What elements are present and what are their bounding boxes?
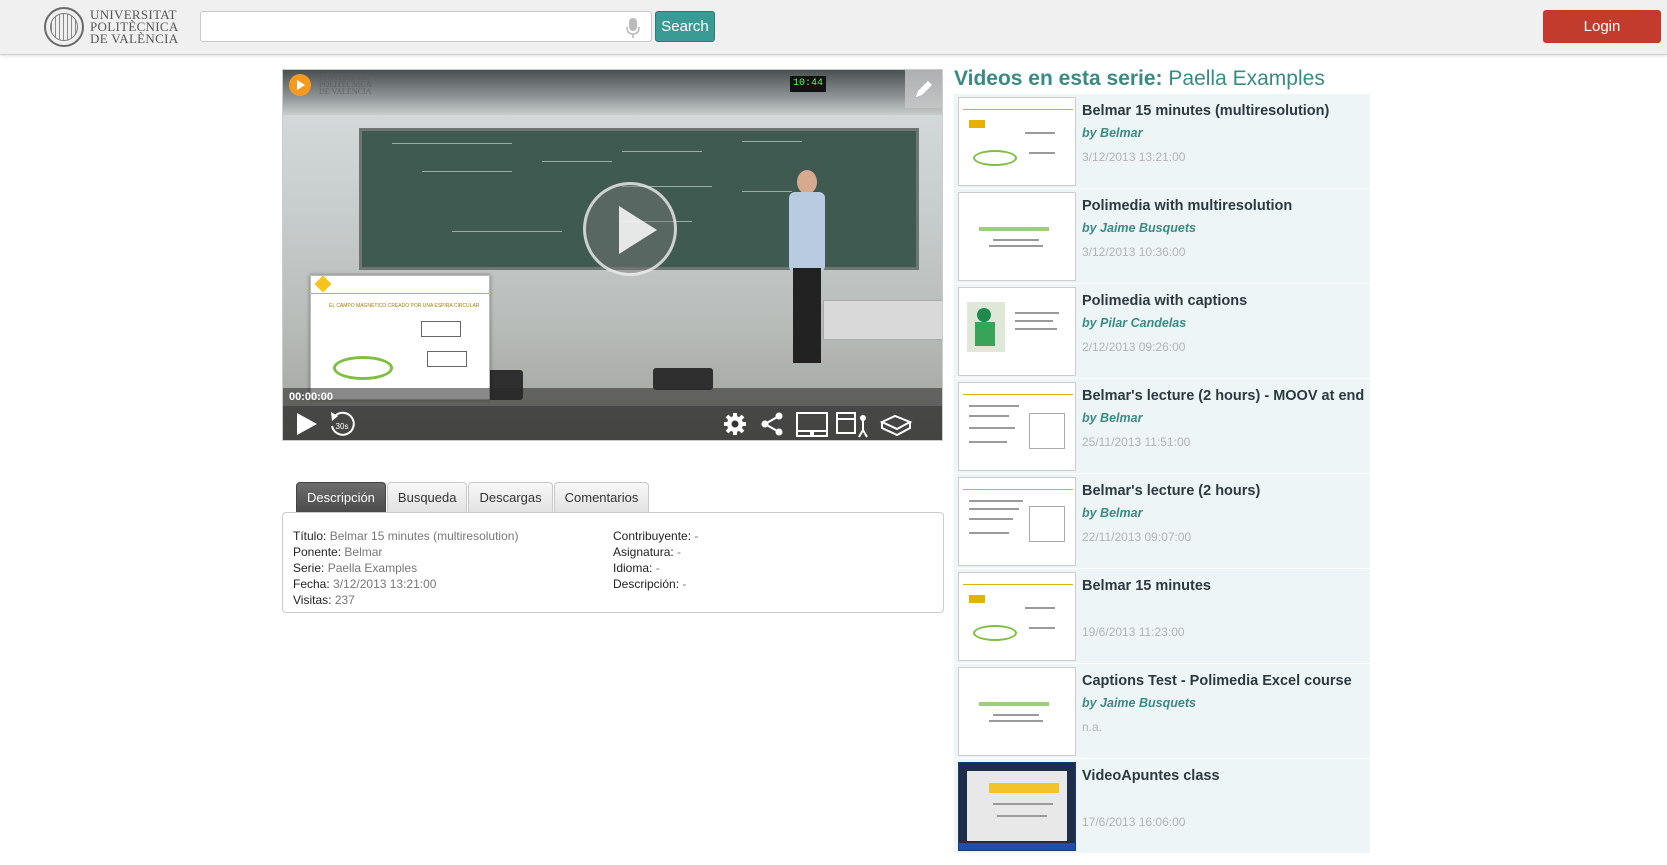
university-logo[interactable]: UNIVERSITAT POLITÈCNICA DE VALÈNCIA [44,7,179,47]
video-date: 17/6/2013 16:06:00 [1082,815,1186,829]
series-heading: Videos en esta serie: Paella Examples [954,67,1325,90]
info-row-descripcion: Descripción: - [613,577,687,591]
list-item[interactable]: VideoApuntes class 17/6/2013 16:06:00 [954,759,1370,854]
video-date: 22/11/2013 09:07:00 [1082,530,1192,544]
list-item[interactable]: Polimedia with captions by Pilar Candela… [954,284,1370,379]
video-title[interactable]: Belmar's lecture (2 hours) - MOOV at end [1082,388,1364,404]
video-date: 2/12/2013 09:26:00 [1082,340,1186,354]
video-title[interactable]: Polimedia with captions [1082,293,1247,309]
timecode: 00:00:00 [289,391,334,403]
settings-gear-icon[interactable] [720,410,750,438]
list-item[interactable]: Polimedia with multiresolution by Jaime … [954,189,1370,284]
captions-icon[interactable] [879,410,913,438]
logo-text: UNIVERSITAT POLITÈCNICA DE VALÈNCIA [90,7,179,46]
video-title[interactable]: Polimedia with multiresolution [1082,198,1292,214]
info-row-contribuyente: Contribuyente: - [613,529,699,543]
video-thumbnail[interactable] [958,762,1076,851]
video-date: 3/12/2013 13:21:00 [1082,150,1186,164]
rewind-30s-icon[interactable]: 30s [327,410,357,438]
layout-icon[interactable] [795,410,829,438]
player-controls: 30s [283,406,942,440]
list-item[interactable]: Belmar 15 minutes 19/6/2013 11:23:00 [954,569,1370,664]
play-icon[interactable] [291,410,321,438]
switch-view-icon[interactable] [835,410,871,438]
video-date: 19/6/2013 11:23:00 [1082,625,1185,639]
video-player[interactable]: 10:44 EL CAMPO MAGNÉTICO CREADO POR UNA … [282,69,943,441]
login-button[interactable]: Login [1543,10,1661,43]
video-thumbnail[interactable] [958,382,1076,471]
info-row-visitas: Visitas: 237 [293,593,355,607]
video-title[interactable]: Captions Test - Polimedia Excel course [1082,673,1352,689]
info-row-idioma: Idioma: - [613,561,660,575]
video-thumbnail[interactable] [958,192,1076,281]
video-thumbnail[interactable] [958,667,1076,756]
lecturer [783,170,829,370]
share-icon[interactable] [757,410,787,438]
video-date: n.a. [1082,720,1103,734]
video-author: by Jaime Busquets [1082,696,1196,710]
list-item[interactable]: Belmar's lecture (2 hours) - MOOV at end… [954,379,1370,474]
top-bar: UNIVERSITAT POLITÈCNICA DE VALÈNCIA Sear… [0,0,1667,55]
video-author: by Belmar [1082,506,1143,520]
description-panel: Título: Belmar 15 minutes (multiresoluti… [282,512,944,613]
video-author: by Belmar [1082,411,1143,425]
tab-descripcion[interactable]: Descripción [296,482,386,512]
list-item[interactable]: Captions Test - Polimedia Excel course b… [954,664,1370,759]
list-item[interactable]: Belmar 15 minutes (multiresolution) by B… [954,94,1370,189]
video-title[interactable]: Belmar 15 minutes (multiresolution) [1082,103,1329,119]
video-thumbnail[interactable] [958,287,1076,376]
tab-comentarios[interactable]: Comentarios [553,482,650,512]
tab-descargas[interactable]: Descargas [468,482,553,512]
pencil-icon [916,81,932,97]
video-title[interactable]: VideoApuntes class [1082,768,1220,784]
svg-text:30s: 30s [336,422,349,431]
info-row-fecha: Fecha: 3/12/2013 13:21:00 [293,577,437,591]
list-item[interactable]: Belmar's lecture (2 hours) by Belmar 22/… [954,474,1370,569]
university-seal-icon [44,7,84,47]
slide-logo-icon [314,275,332,293]
video-thumbnail[interactable] [958,477,1076,566]
series-video-list: Belmar 15 minutes (multiresolution) by B… [954,94,1370,854]
channel-logo-icon [289,74,311,96]
slide-inset[interactable]: EL CAMPO MAGNÉTICO CREADO POR UNA ESPIRA… [310,275,490,400]
info-row-titulo: Título: Belmar 15 minutes (multiresoluti… [293,529,519,543]
edit-button[interactable] [905,70,942,108]
big-play-button[interactable] [583,182,677,276]
info-row-serie: Serie: Paella Examples [293,561,418,575]
video-author: by Belmar [1082,126,1143,140]
video-thumbnail[interactable] [958,97,1076,186]
video-title[interactable]: Belmar's lecture (2 hours) [1082,483,1260,499]
info-left-column: Título: Belmar 15 minutes (multiresoluti… [293,528,518,608]
video-title[interactable]: Belmar 15 minutes [1082,578,1211,594]
wall-clock: 10:44 [790,76,826,92]
video-date: 25/11/2013 11:51:00 [1082,435,1191,449]
upv-watermark: UNIVERSITAT POLITÈCNICA DE VALÈNCIA [319,73,372,96]
microphone-icon[interactable] [625,17,641,39]
video-date: 3/12/2013 10:36:00 [1082,245,1186,259]
search-button[interactable]: Search [655,11,715,42]
video-author: by Pilar Candelas [1082,316,1187,330]
timeline-bar[interactable] [283,388,942,406]
video-thumbnail[interactable] [958,572,1076,661]
search-input[interactable] [200,11,652,42]
info-row-ponente: Ponente: Belmar [293,545,383,559]
info-tabs: Descripción Busqueda Descargas Comentari… [296,482,650,512]
info-right-column: Contribuyente: - Asignatura: - Idioma: -… [613,528,698,592]
info-row-asignatura: Asignatura: - [613,545,682,559]
tab-busqueda[interactable]: Busqueda [386,482,468,512]
video-author: by Jaime Busquets [1082,221,1196,235]
